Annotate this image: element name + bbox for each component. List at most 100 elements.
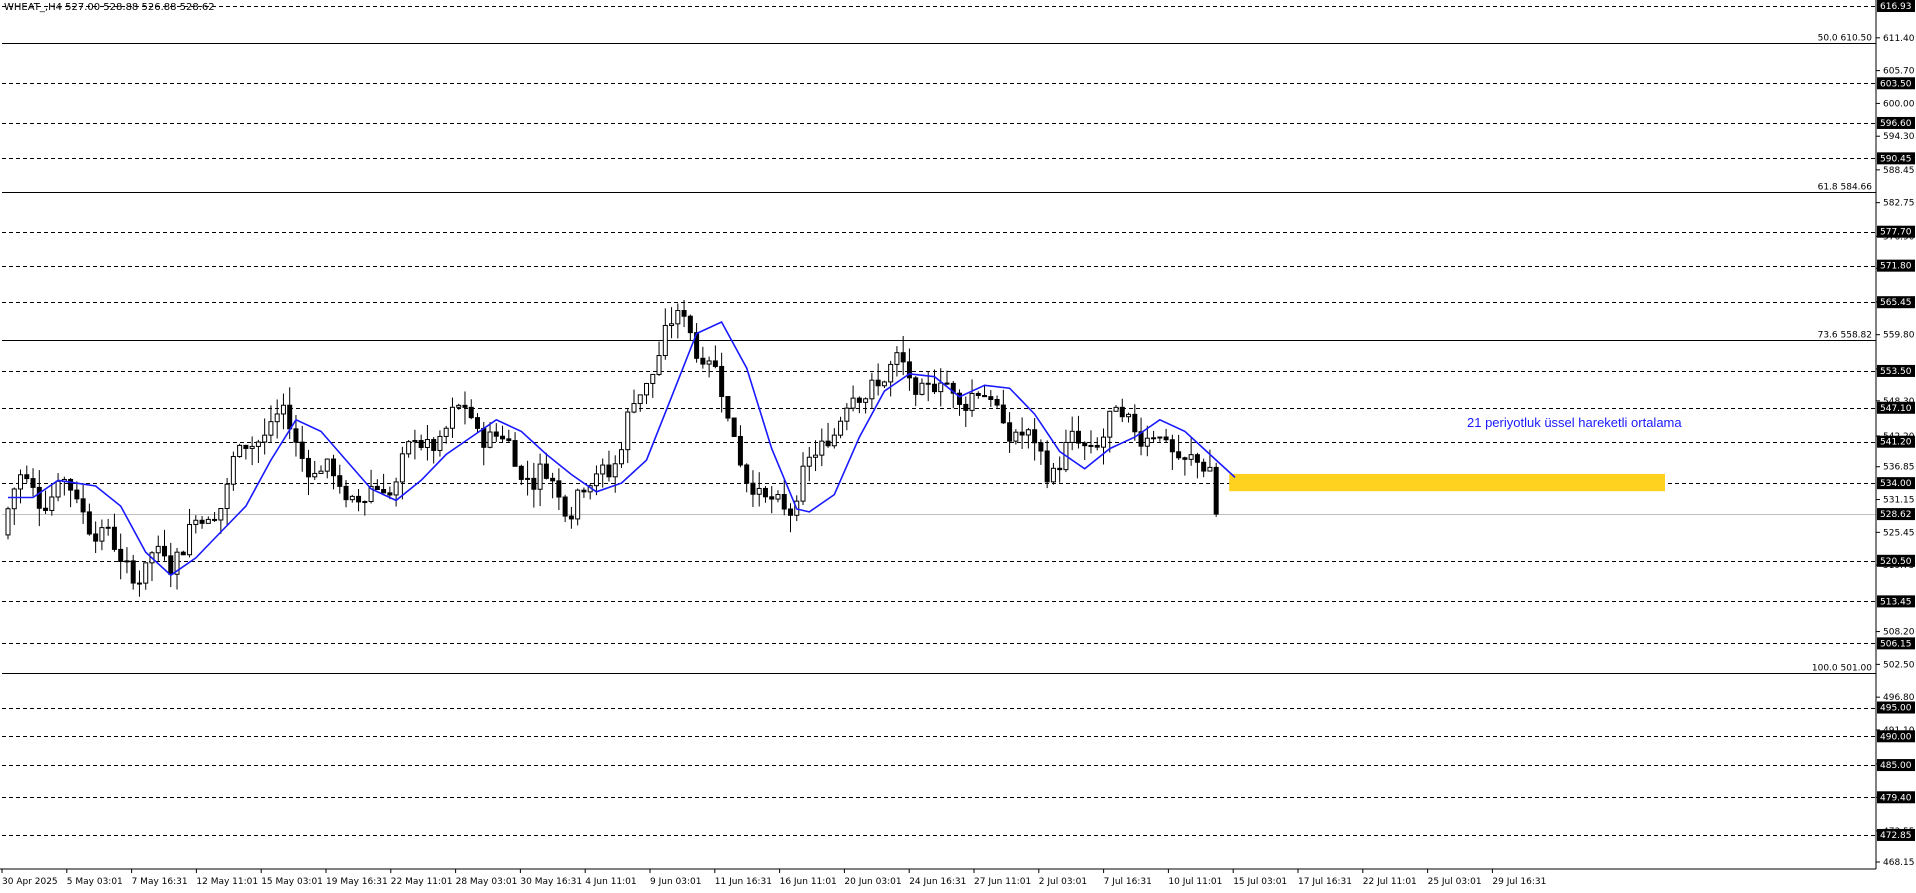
candle-body-down [381, 489, 387, 494]
ema-annotation-label: 21 periyotluk üssel hareketli ortalama [1467, 415, 1682, 430]
candle-body-down [343, 485, 349, 501]
candle-body-down [462, 404, 468, 408]
price-tag-label: 577.70 [1880, 228, 1912, 238]
candle-body-up [49, 496, 55, 511]
candle-body-down [556, 480, 562, 498]
candle-body-up [625, 411, 631, 451]
candle-body-up [205, 518, 211, 524]
candle-body-up [412, 440, 418, 443]
candle-body-down [212, 518, 218, 521]
candle-body-down [1119, 406, 1125, 418]
y-tick-label: 611.40 [1883, 34, 1915, 44]
price-tag-label: 472.85 [1880, 831, 1912, 841]
candle-body-down [136, 582, 142, 585]
candle-body-down [1094, 444, 1100, 448]
x-tick-label: 7 Jul 16:31 [1104, 877, 1152, 887]
candle-body-up [124, 560, 130, 563]
candle-body-down [856, 397, 862, 403]
candle-body-down [687, 315, 693, 334]
candle-body-up [631, 403, 637, 413]
candle-body-up [831, 434, 837, 447]
x-tick-label: 20 Jun 03:01 [844, 877, 901, 887]
candle-body-up [11, 488, 17, 510]
candle-body-up [1144, 437, 1150, 447]
x-tick-label: 19 May 16:31 [326, 877, 388, 887]
candle-body-up [230, 456, 236, 485]
candle-body-down [931, 383, 937, 393]
candle-body-up [456, 404, 462, 408]
candle-body-down [74, 489, 80, 500]
candle-body-up [800, 465, 806, 502]
candle-body-down [1169, 439, 1175, 453]
price-tag-label: 485.00 [1880, 761, 1912, 771]
x-tick-label: 30 May 16:31 [520, 877, 582, 887]
candle-body-up [268, 421, 274, 436]
x-tick-label: 16 Jun 11:01 [780, 877, 837, 887]
candle-body-down [769, 496, 775, 500]
candle-body-down [30, 478, 36, 488]
price-tag-label: 616.93 [1880, 2, 1912, 12]
candle-body-up [1088, 444, 1094, 447]
candle-body-up [424, 439, 430, 448]
chart-canvas[interactable]: 50.0 610.50 61.8 584.66 73.6 558.82 100.0 5… [0, 0, 1916, 888]
symbol-info-label: WHEAT_,H4 527.00 528.88 526.88 528.62 [4, 2, 215, 13]
candle-body-up [888, 363, 894, 383]
candle-body-down [1000, 404, 1006, 424]
candle-body-up [1188, 454, 1194, 460]
candle-body-up [919, 382, 925, 395]
candle-body-up [644, 382, 650, 396]
fibo-label: 100.0 501.00 [1812, 664, 1872, 674]
candle-body-down [1075, 430, 1081, 444]
price-chart[interactable]: 50.0 610.50 61.8 584.66 73.6 558.82 100.0 5… [0, 0, 1916, 888]
candle-body-down [1194, 454, 1200, 463]
candle-body-up [637, 394, 643, 405]
price-tag-label: 603.50 [1880, 79, 1912, 89]
candle-body-up [399, 453, 405, 483]
candle-body-up [1069, 430, 1075, 443]
candle-body-up [224, 483, 230, 510]
y-tick-label: 508.20 [1883, 628, 1915, 638]
candle-body-down [331, 458, 337, 477]
candle-body-up [600, 464, 606, 475]
candle-body-down [162, 545, 167, 557]
candle-body-down [1082, 442, 1088, 447]
candle-body-down [875, 379, 881, 387]
candle-body-down [374, 485, 380, 491]
x-tick-label: 27 Jun 11:01 [974, 877, 1031, 887]
candle-body-up [669, 323, 675, 326]
candle-body-down [512, 440, 518, 467]
candle-body-up [881, 381, 887, 387]
candle-body-up [838, 420, 844, 436]
candle-body-up [18, 474, 24, 490]
candle-body-up [99, 527, 105, 542]
y-tick-label: 582.75 [1883, 199, 1915, 209]
y-tick-label: 525.45 [1883, 528, 1915, 538]
candle-body-down [543, 463, 549, 479]
candle-body-down [719, 365, 725, 398]
x-tick-label: 12 May 11:01 [196, 877, 258, 887]
candle-body-down [1201, 461, 1207, 472]
candle-body-down [913, 377, 919, 395]
candle-body-down [750, 482, 756, 495]
x-tick-label: 15 May 03:01 [261, 877, 323, 887]
candle-body-up [775, 494, 781, 500]
candle-body-up [575, 489, 581, 520]
price-tag-label: 565.45 [1880, 298, 1912, 308]
candle-body-up [443, 427, 449, 437]
candle-body-down [86, 511, 92, 535]
candle-body-down [111, 526, 117, 550]
candle-body-up [618, 449, 624, 465]
candle-body-down [700, 357, 706, 365]
candle-body-down [982, 394, 988, 398]
price-tag-label: 547.10 [1880, 404, 1912, 414]
candle-body-down [825, 440, 831, 447]
candle-body-down [1057, 467, 1063, 471]
y-tick-label: 468.15 [1883, 858, 1915, 868]
price-tag-label: 490.00 [1880, 732, 1912, 742]
y-tick-label: 559.80 [1883, 331, 1915, 341]
candle-body-up [437, 435, 443, 451]
candle-body-up [193, 519, 199, 525]
candle-body-up [105, 526, 111, 529]
candle-body-up [143, 562, 149, 584]
price-tag-label: 590.45 [1880, 154, 1912, 164]
